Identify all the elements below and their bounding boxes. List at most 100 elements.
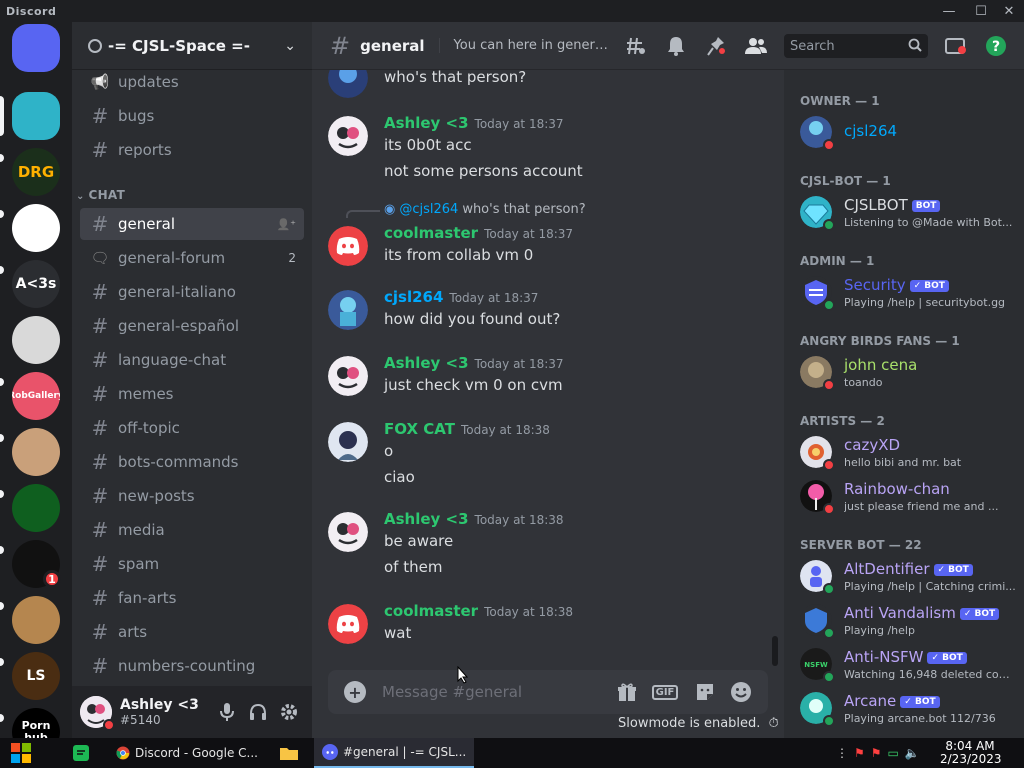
sticker-icon[interactable] <box>692 680 718 704</box>
tray-overflow-icon[interactable]: ⋮ <box>836 746 848 760</box>
app-icon[interactable] <box>66 738 96 768</box>
channel-13[interactable]: # spam <box>80 548 304 580</box>
message-author[interactable]: Ashley <3 Today at 18:37 <box>384 354 564 372</box>
member-list-icon[interactable] <box>742 22 770 70</box>
search-input[interactable]: Search <box>784 34 928 58</box>
member-item[interactable]: CJSLBOT BOT Listening to @Made with Bot... <box>800 192 1020 232</box>
guild-header[interactable]: -= CJSL-Space =- ⌄ <box>72 22 312 70</box>
channel-7[interactable]: # language-chat <box>80 344 304 376</box>
channel-12[interactable]: # media <box>80 514 304 546</box>
gear-icon[interactable] <box>273 696 304 728</box>
member-item[interactable]: Security ✓ BOT Playing /help | securitybot… <box>800 272 1020 312</box>
minimize-icon[interactable]: — <box>934 0 964 22</box>
avatar[interactable] <box>328 290 368 330</box>
avatar[interactable] <box>328 512 368 552</box>
channel-16[interactable]: # numbers-counting <box>80 650 304 682</box>
network-icon[interactable]: ▭ <box>888 746 899 760</box>
windows-start-icon[interactable] <box>10 738 44 768</box>
member-item[interactable]: AltDentifier ✓ BOT Playing /help | Catchin… <box>800 556 1020 596</box>
channel-topic[interactable]: You can here in general (N... <box>438 38 609 53</box>
channel-10[interactable]: # bots-commands <box>80 446 304 478</box>
close-icon[interactable]: ✕ <box>994 0 1024 22</box>
threads-icon[interactable] <box>622 22 650 70</box>
help-icon[interactable]: ? <box>982 22 1010 70</box>
member-item[interactable]: NSFW Anti-NSFW ✓ BOT Watching 16,948 delete… <box>800 644 1020 684</box>
channel-8[interactable]: # memes <box>80 378 304 410</box>
server-icon[interactable] <box>12 204 60 252</box>
gift-icon[interactable] <box>614 680 640 704</box>
message-author[interactable]: coolmaster Today at 18:37 <box>384 224 573 242</box>
server-icon[interactable]: LS <box>12 652 60 700</box>
invite-icon[interactable]: 👤⁺ <box>276 218 296 231</box>
tray-flag-icon-2[interactable]: ⚑ <box>871 746 882 760</box>
reply-preview[interactable]: ◉ @cjsl264 who's that person? <box>346 202 586 218</box>
message[interactable]: cjsl264 Today at 18:37 how did you found o… <box>328 288 768 344</box>
server-icon[interactable]: DRG <box>12 148 60 196</box>
message[interactable]: FOX CAT Today at 18:38 o ciao <box>328 420 768 502</box>
message-author[interactable]: cjsl264 Today at 18:37 <box>384 288 538 306</box>
message[interactable]: Ashley <3 Today at 18:37 its 0b0t acc not s… <box>328 114 768 196</box>
chevron-down-icon[interactable]: ⌄ <box>284 38 296 54</box>
member-item[interactable]: Arcane ✓ BOT Playing arcane.bot 112/736 <box>800 688 1020 728</box>
channel-3[interactable]: # general 👤⁺ <box>80 208 304 240</box>
message[interactable]: Ashley <3 Today at 18:38 be aware of them <box>328 510 768 592</box>
message[interactable]: ◉ @cjsl264 who's that person? coolmaster Tod… <box>328 202 768 282</box>
channel-11[interactable]: # new-posts <box>80 480 304 512</box>
taskbar-clock[interactable]: 8:04 AM 2/23/2023 <box>940 740 1002 766</box>
channel-2[interactable]: # reports <box>80 134 304 166</box>
message-author[interactable]: coolmaster Today at 18:38 <box>384 602 573 620</box>
member-item[interactable]: cazyXD hello bibi and mr. bat <box>800 432 1020 472</box>
file-explorer-icon[interactable] <box>274 738 304 768</box>
message[interactable]: coolmaster Today at 18:38 wat <box>328 602 768 658</box>
system-tray[interactable]: ⋮ ⚑ ⚑ ▭ 🔈 <box>836 738 936 768</box>
category-chat[interactable]: ⌄ CHAT <box>76 188 125 202</box>
channel-6[interactable]: # general-español <box>80 310 304 342</box>
channel-5[interactable]: # general-italiano <box>80 276 304 308</box>
maximize-icon[interactable]: ☐ <box>966 0 996 22</box>
pin-icon[interactable] <box>702 22 730 70</box>
avatar[interactable] <box>328 116 368 156</box>
chat-scrollbar[interactable] <box>772 636 778 666</box>
server-icon[interactable] <box>12 316 60 364</box>
message[interactable]: Ashley <3 Today at 18:37 just check vm 0 o… <box>328 354 768 410</box>
member-item[interactable]: Rainbow-chan just please friend me and ..… <box>800 476 1020 516</box>
server-icon[interactable] <box>12 596 60 644</box>
avatar[interactable] <box>328 356 368 396</box>
server-icon[interactable]: A<3s <box>12 260 60 308</box>
message-author[interactable]: Ashley <3 Today at 18:38 <box>384 510 564 528</box>
channel-0[interactable]: 📢 updates <box>80 70 304 98</box>
gif-button[interactable]: GIF <box>651 680 679 704</box>
message-input[interactable] <box>382 683 582 701</box>
member-item[interactable]: Anti Vandalism ✓ BOT Playing /help <box>800 600 1020 640</box>
add-attachment-icon[interactable]: + <box>344 681 366 703</box>
channel-15[interactable]: # arts <box>80 616 304 648</box>
taskbar-discord[interactable]: #general | -= CJSL... <box>314 738 474 768</box>
channel-9[interactable]: # off-topic <box>80 412 304 444</box>
volume-icon[interactable]: 🔈 <box>905 746 920 760</box>
avatar[interactable] <box>328 70 368 98</box>
tray-flag-icon[interactable]: ⚑ <box>854 746 865 760</box>
member-item[interactable]: cjsl264 <box>800 112 1020 152</box>
inbox-icon[interactable] <box>942 22 970 70</box>
avatar[interactable] <box>328 604 368 644</box>
emoji-icon[interactable] <box>728 680 754 704</box>
server-icon[interactable]: Porn hub <box>12 708 60 738</box>
server-icon[interactable] <box>12 428 60 476</box>
discord-home-icon[interactable] <box>12 24 60 72</box>
taskbar-chrome[interactable]: Discord - Google C... <box>108 738 258 768</box>
channel-1[interactable]: # bugs <box>80 100 304 132</box>
message-author[interactable]: Ashley <3 Today at 18:37 <box>384 114 564 132</box>
server-icon[interactable] <box>12 484 60 532</box>
server-icon[interactable] <box>12 92 60 140</box>
channel-4[interactable]: 🗨 general-forum 2 <box>80 242 304 274</box>
server-icon[interactable]: RobGallery <box>12 372 60 420</box>
microphone-icon[interactable] <box>212 696 243 728</box>
message[interactable]: who's that person? <box>328 70 768 112</box>
channel-14[interactable]: # fan-arts <box>80 582 304 614</box>
avatar[interactable] <box>328 422 368 462</box>
message-author[interactable]: FOX CAT Today at 18:38 <box>384 420 550 438</box>
avatar[interactable] <box>328 226 368 266</box>
headphones-icon[interactable] <box>243 696 274 728</box>
bell-icon[interactable] <box>662 22 690 70</box>
avatar[interactable] <box>80 696 115 731</box>
